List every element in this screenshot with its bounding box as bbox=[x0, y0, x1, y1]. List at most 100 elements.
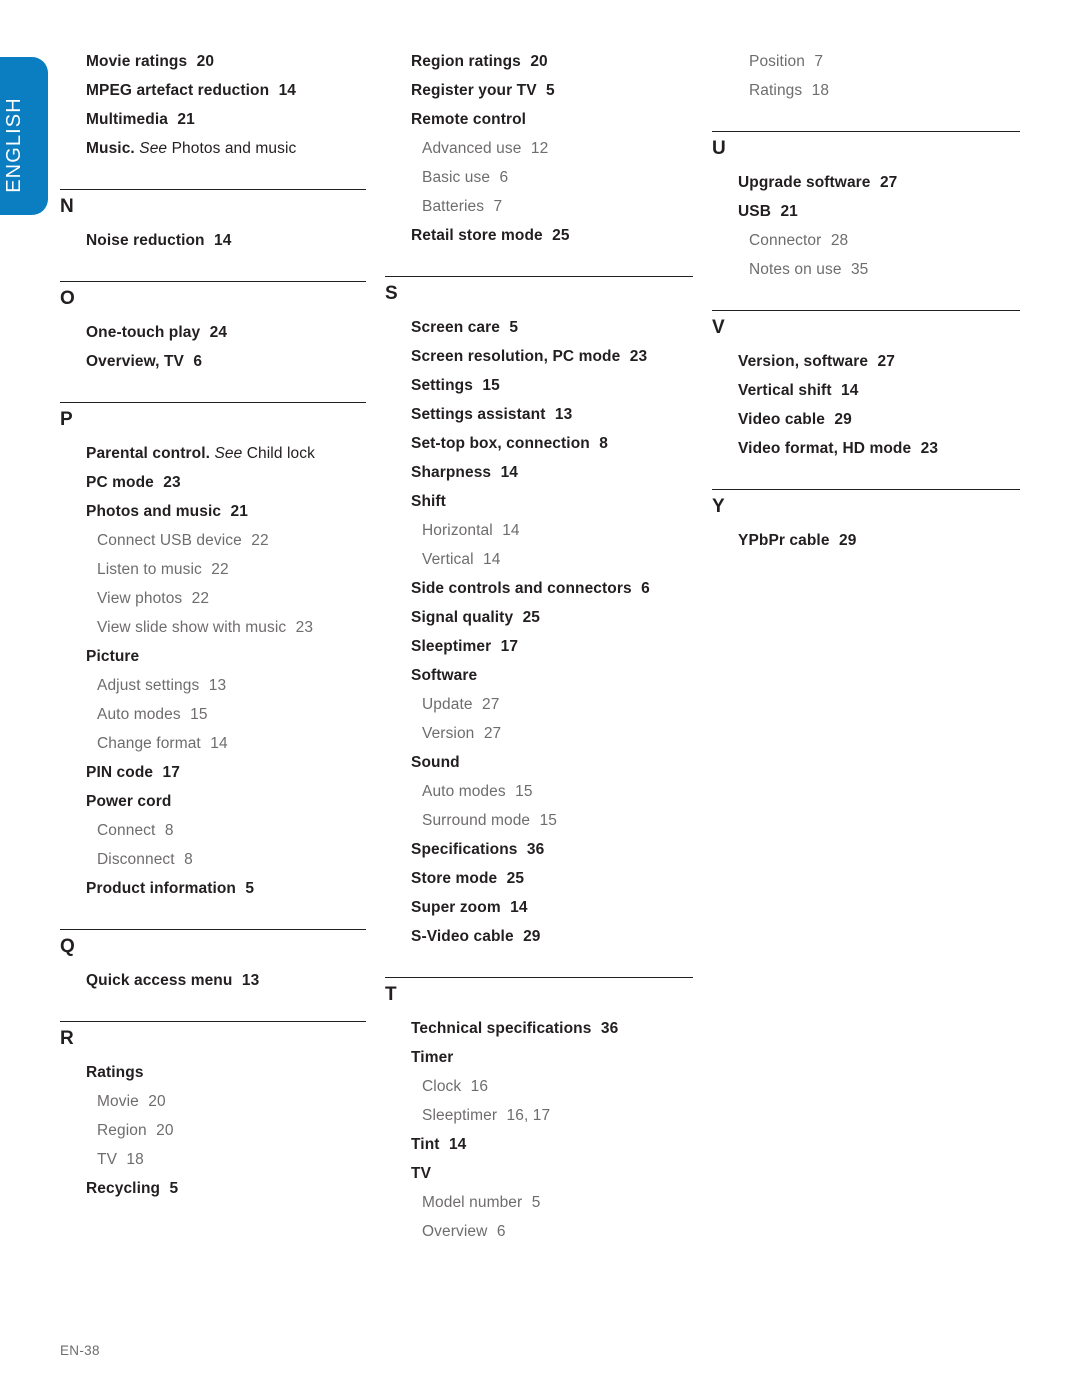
index-entry[interactable]: Video cable 29 bbox=[738, 405, 1020, 434]
index-entry-term: Side controls and connectors bbox=[411, 580, 632, 597]
index-entry[interactable]: Quick access menu 13 bbox=[86, 966, 366, 995]
index-entry[interactable]: Model number 5 bbox=[422, 1188, 693, 1217]
index-entry[interactable]: View slide show with music 23 bbox=[97, 613, 366, 642]
index-entry[interactable]: Technical specifications 36 bbox=[411, 1014, 693, 1043]
index-entry[interactable]: Ratings bbox=[86, 1058, 366, 1087]
index-entry[interactable]: Adjust settings 13 bbox=[97, 671, 366, 700]
index-entry[interactable]: Connector 28 bbox=[749, 226, 1020, 255]
index-entry-page: 18 bbox=[807, 82, 830, 99]
index-entry[interactable]: Notes on use 35 bbox=[749, 255, 1020, 284]
index-entry[interactable]: Region ratings 20 bbox=[411, 47, 693, 76]
index-entry[interactable]: Power cord bbox=[86, 787, 366, 816]
index-entry[interactable]: Advanced use 12 bbox=[422, 134, 693, 163]
index-entry-term: Super zoom bbox=[411, 899, 501, 916]
index-entry[interactable]: Sleeptimer 17 bbox=[411, 632, 693, 661]
index-entry-term: MPEG artefact reduction bbox=[86, 82, 270, 99]
index-entry[interactable]: Software bbox=[411, 661, 693, 690]
index-entry[interactable]: Screen care 5 bbox=[411, 313, 693, 342]
index-entry[interactable]: Sound bbox=[411, 748, 693, 777]
index-entry[interactable]: Settings 15 bbox=[411, 371, 693, 400]
index-entry[interactable]: Ratings 18 bbox=[749, 76, 1020, 105]
index-entry[interactable]: Timer bbox=[411, 1043, 693, 1072]
index-entry[interactable]: Movie 20 bbox=[97, 1087, 366, 1116]
index-entry[interactable]: Clock 16 bbox=[422, 1072, 693, 1101]
index-entry[interactable]: Sharpness 14 bbox=[411, 458, 693, 487]
index-entry[interactable]: One-touch play 24 bbox=[86, 318, 366, 347]
index-entry[interactable]: Remote control bbox=[411, 105, 693, 134]
section-entries: YPbPr cable 29 bbox=[712, 526, 1020, 555]
index-entry-term: Ratings bbox=[749, 82, 803, 99]
index-entry[interactable]: Photos and music 21 bbox=[86, 497, 366, 526]
index-entry[interactable]: Store mode 25 bbox=[411, 864, 693, 893]
section-letter-t: T bbox=[385, 984, 397, 1005]
index-entry[interactable]: YPbPr cable 29 bbox=[738, 526, 1020, 555]
index-entry[interactable]: Recycling 5 bbox=[86, 1174, 366, 1203]
index-entry[interactable]: Product information 5 bbox=[86, 874, 366, 903]
index-column-1: Movie ratings 20 MPEG artefact reduction … bbox=[60, 47, 366, 1203]
index-entry[interactable]: MPEG artefact reduction 14 bbox=[86, 76, 366, 105]
index-entry[interactable]: TV 18 bbox=[97, 1145, 366, 1174]
index-entry[interactable]: Super zoom 14 bbox=[411, 893, 693, 922]
section-letter-u: U bbox=[712, 138, 726, 159]
index-entry[interactable]: Parental control. See Child lock bbox=[86, 439, 366, 468]
index-entry[interactable]: Connect USB device 22 bbox=[97, 526, 366, 555]
index-entry[interactable]: Listen to music 22 bbox=[97, 555, 366, 584]
index-entry[interactable]: TV bbox=[411, 1159, 693, 1188]
index-entry[interactable]: Version 27 bbox=[422, 719, 693, 748]
index-entry[interactable]: Connect 8 bbox=[97, 816, 366, 845]
index-entry[interactable]: Horizontal 14 bbox=[422, 516, 693, 545]
index-entry[interactable]: Batteries 7 bbox=[422, 192, 693, 221]
index-entry[interactable]: Video format, HD mode 23 bbox=[738, 434, 1020, 463]
index-entry-term: Overview bbox=[422, 1223, 488, 1240]
index-entry[interactable]: Retail store mode 25 bbox=[411, 221, 693, 250]
index-entry[interactable]: Vertical 14 bbox=[422, 545, 693, 574]
index-entry-page: 12 bbox=[526, 140, 549, 157]
index-entry[interactable]: Picture bbox=[86, 642, 366, 671]
index-entry[interactable]: Music. See Photos and music bbox=[86, 134, 366, 163]
index-entry[interactable]: Screen resolution, PC mode 23 bbox=[411, 342, 693, 371]
index-entry-page: 6 bbox=[188, 353, 203, 370]
section-entries: Noise reduction 14 bbox=[60, 226, 366, 255]
index-entry[interactable]: Overview 6 bbox=[422, 1217, 693, 1246]
index-entry-page: 13 bbox=[550, 406, 573, 423]
index-entry[interactable]: Side controls and connectors 6 bbox=[411, 574, 693, 603]
index-entry[interactable]: Version, software 27 bbox=[738, 347, 1020, 376]
index-entry-page: 17 bbox=[158, 764, 180, 781]
index-entry[interactable]: Specifications 36 bbox=[411, 835, 693, 864]
index-entry[interactable]: Auto modes 15 bbox=[422, 777, 693, 806]
index-entry[interactable]: Region 20 bbox=[97, 1116, 366, 1145]
index-entry[interactable]: Register your TV 5 bbox=[411, 76, 693, 105]
index-entry[interactable]: Position 7 bbox=[749, 47, 1020, 76]
index-entry[interactable]: Multimedia 21 bbox=[86, 105, 366, 134]
index-entry-page: 25 bbox=[518, 609, 541, 626]
index-entry[interactable]: Change format 14 bbox=[97, 729, 366, 758]
index-entry[interactable]: Tint 14 bbox=[411, 1130, 693, 1159]
index-entry[interactable]: Shift bbox=[411, 487, 693, 516]
index-entry-term: Timer bbox=[411, 1049, 454, 1066]
index-entry[interactable]: Set-top box, connection 8 bbox=[411, 429, 693, 458]
index-entry[interactable]: Surround mode 15 bbox=[422, 806, 693, 835]
index-entry[interactable]: Basic use 6 bbox=[422, 163, 693, 192]
language-tab: ENGLISH bbox=[0, 57, 48, 215]
index-entry[interactable]: Settings assistant 13 bbox=[411, 400, 693, 429]
index-entry[interactable]: Noise reduction 14 bbox=[86, 226, 366, 255]
section-divider bbox=[712, 310, 1020, 311]
index-entry[interactable]: Upgrade software 27 bbox=[738, 168, 1020, 197]
index-entry[interactable]: View photos 22 bbox=[97, 584, 366, 613]
index-entry-page: 27 bbox=[875, 174, 898, 191]
index-entry[interactable]: Movie ratings 20 bbox=[86, 47, 366, 76]
index-entry[interactable]: Vertical shift 14 bbox=[738, 376, 1020, 405]
index-entry[interactable]: S-Video cable 29 bbox=[411, 922, 693, 951]
section-entries: Movie ratings 20 MPEG artefact reduction … bbox=[60, 47, 366, 163]
index-entry[interactable]: Disconnect 8 bbox=[97, 845, 366, 874]
index-entry-term: Version, software bbox=[738, 353, 869, 370]
index-entry[interactable]: Update 27 bbox=[422, 690, 693, 719]
index-entry[interactable]: Auto modes 15 bbox=[97, 700, 366, 729]
index-entry[interactable]: USB 21 bbox=[738, 197, 1020, 226]
index-entry[interactable]: PC mode 23 bbox=[86, 468, 366, 497]
index-entry[interactable]: Sleeptimer 16, 17 bbox=[422, 1101, 693, 1130]
index-entry[interactable]: Signal quality 25 bbox=[411, 603, 693, 632]
index-entry[interactable]: PIN code 17 bbox=[86, 758, 366, 787]
index-entry[interactable]: Overview, TV 6 bbox=[86, 347, 366, 376]
